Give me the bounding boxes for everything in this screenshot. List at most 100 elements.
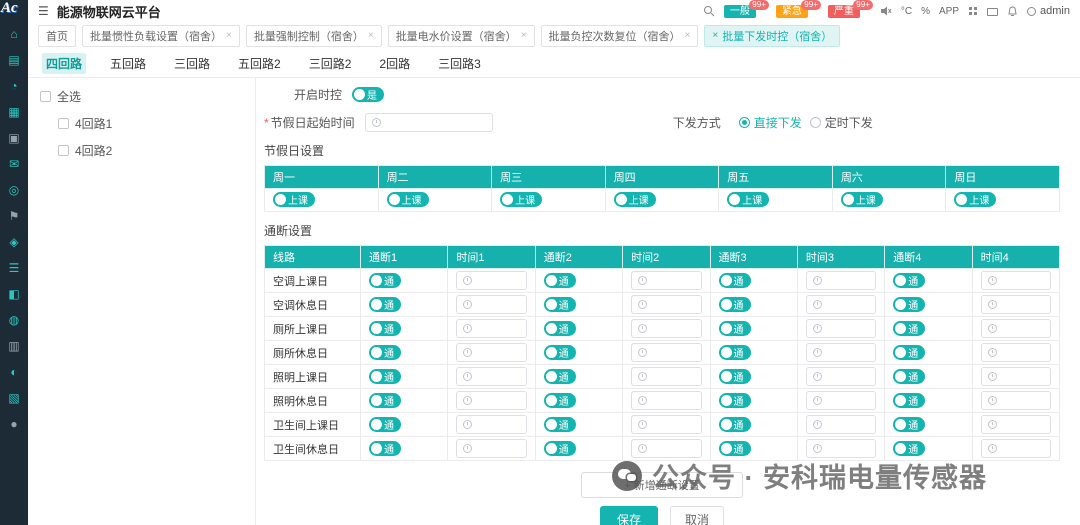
nav-menu-icon[interactable]: ☰ <box>7 262 21 274</box>
fullscreen-icon[interactable] <box>987 7 999 16</box>
onoff-toggle[interactable]: 通 <box>718 320 751 336</box>
onoff-toggle[interactable]: 通 <box>893 440 926 456</box>
onoff-toggle[interactable]: 通 <box>543 392 576 408</box>
time-input[interactable] <box>805 415 877 434</box>
checkbox[interactable] <box>58 118 69 129</box>
time-input[interactable] <box>456 439 527 458</box>
menu-toggle-icon[interactable]: ☰ <box>38 4 49 18</box>
general-alarm-badge[interactable]: 一般 99+ <box>723 0 769 18</box>
holiday-start-input[interactable] <box>364 113 493 132</box>
nav-report-icon[interactable]: ▣ <box>7 132 21 144</box>
subtab-3circuit[interactable]: 三回路 <box>170 53 214 74</box>
onoff-toggle[interactable]: 通 <box>718 368 751 384</box>
time-input[interactable] <box>980 343 1051 362</box>
close-icon[interactable]: × <box>226 30 232 41</box>
onoff-toggle[interactable]: 通 <box>893 368 926 384</box>
severe-alarm-badge[interactable]: 严重 99+ <box>827 0 873 18</box>
cancel-button[interactable]: 取消 <box>670 506 725 525</box>
time-input[interactable] <box>631 367 702 386</box>
time-input[interactable] <box>456 295 527 314</box>
onoff-toggle[interactable]: 通 <box>543 368 576 384</box>
time-input[interactable] <box>456 343 527 362</box>
close-icon[interactable]: × <box>521 30 527 41</box>
search-icon[interactable] <box>703 5 715 17</box>
tab-inertia-load[interactable]: 批量惯性负载设置（宿舍） × <box>82 24 240 47</box>
onoff-toggle[interactable]: 通 <box>369 296 401 312</box>
subtab-4circuit[interactable]: 四回路 <box>42 52 87 74</box>
tree-select-all[interactable]: 全选 <box>40 88 243 105</box>
close-icon[interactable]: × <box>368 30 374 41</box>
onoff-toggle[interactable]: 通 <box>718 272 751 288</box>
onoff-toggle[interactable]: 通 <box>893 320 926 336</box>
onoff-toggle[interactable]: 通 <box>718 440 751 456</box>
time-input[interactable] <box>456 271 527 290</box>
admin-user[interactable]: admin <box>1027 5 1070 17</box>
onoff-toggle[interactable]: 通 <box>543 344 576 360</box>
subtab-2circuit[interactable]: 2回路 <box>375 53 414 74</box>
tab-reset-count[interactable]: 批量负控次数复位（宿舍） × <box>540 24 699 47</box>
onoff-toggle[interactable]: 通 <box>893 416 926 432</box>
time-input[interactable] <box>980 271 1051 290</box>
onoff-toggle[interactable]: 通 <box>893 296 926 312</box>
tree-item-circuit2[interactable]: 4回路2 <box>58 142 243 159</box>
time-input[interactable] <box>805 343 877 362</box>
time-input[interactable] <box>980 415 1051 434</box>
radio-icon[interactable] <box>809 117 821 128</box>
checkbox[interactable] <box>58 145 69 156</box>
subtab-3circuit3[interactable]: 三回路3 <box>434 53 485 74</box>
nav-archive-icon[interactable]: ◧ <box>7 288 21 300</box>
urgent-alarm-badge[interactable]: 紧急 99+ <box>775 0 821 18</box>
day-toggle[interactable]: 上课 <box>954 192 997 207</box>
onoff-toggle[interactable]: 通 <box>369 368 401 384</box>
onoff-toggle[interactable]: 通 <box>369 416 401 432</box>
time-input[interactable] <box>456 367 527 386</box>
add-onoff-setting-button[interactable]: + 新增通断设置 <box>581 472 743 498</box>
onoff-toggle[interactable]: 通 <box>543 416 576 432</box>
day-toggle[interactable]: 上课 <box>727 192 770 207</box>
time-input[interactable] <box>980 295 1051 314</box>
time-input[interactable] <box>456 319 527 338</box>
onoff-toggle[interactable]: 通 <box>543 320 576 336</box>
time-input[interactable] <box>980 439 1051 458</box>
time-input[interactable] <box>805 271 877 290</box>
tree-item-circuit1[interactable]: 4回路1 <box>58 115 243 132</box>
nav-settings-icon[interactable]: ◐ <box>7 366 21 378</box>
radio-selected-icon[interactable] <box>738 117 750 128</box>
nav-alarm-icon[interactable]: ⚑ <box>7 210 21 222</box>
time-input[interactable] <box>456 391 527 410</box>
nav-user-icon[interactable]: ▧ <box>7 392 21 404</box>
close-icon[interactable]: × <box>685 30 691 41</box>
onoff-toggle[interactable]: 通 <box>543 272 576 288</box>
day-toggle[interactable]: 上课 <box>273 192 315 207</box>
mute-icon[interactable] <box>880 6 892 16</box>
day-toggle[interactable]: 上课 <box>613 192 656 207</box>
onoff-toggle[interactable]: 通 <box>893 392 926 408</box>
time-input[interactable] <box>980 319 1051 338</box>
time-input[interactable] <box>805 439 877 458</box>
tab-force-control[interactable]: 批量强制控制（宿舍） × <box>245 24 382 47</box>
nav-monitor-icon[interactable]: ◔ <box>7 80 21 92</box>
time-input[interactable] <box>631 439 702 458</box>
time-input[interactable] <box>805 295 877 314</box>
subtab-5circuit[interactable]: 五回路 <box>106 53 150 74</box>
enable-toggle[interactable]: 是 <box>352 87 385 102</box>
onoff-toggle[interactable]: 通 <box>369 344 401 360</box>
time-input[interactable] <box>631 295 702 314</box>
time-input[interactable] <box>980 391 1051 410</box>
subtab-3circuit2[interactable]: 三回路2 <box>305 53 356 74</box>
time-input[interactable] <box>805 319 877 338</box>
time-input[interactable] <box>456 415 527 434</box>
time-input[interactable] <box>980 367 1051 386</box>
tab-home[interactable]: 首页 <box>38 24 76 47</box>
onoff-toggle[interactable]: 通 <box>718 296 751 312</box>
nav-home-icon[interactable]: ⌂ <box>7 28 21 40</box>
checkbox[interactable] <box>40 91 51 102</box>
onoff-toggle[interactable]: 通 <box>543 296 576 312</box>
time-input[interactable] <box>631 391 702 410</box>
time-input[interactable] <box>631 343 702 362</box>
onoff-toggle[interactable]: 通 <box>543 440 576 456</box>
app-label[interactable]: APP <box>939 6 959 17</box>
time-input[interactable] <box>631 271 702 290</box>
onoff-toggle[interactable]: 通 <box>718 344 751 360</box>
nav-analysis-icon[interactable]: ◍ <box>7 314 21 326</box>
